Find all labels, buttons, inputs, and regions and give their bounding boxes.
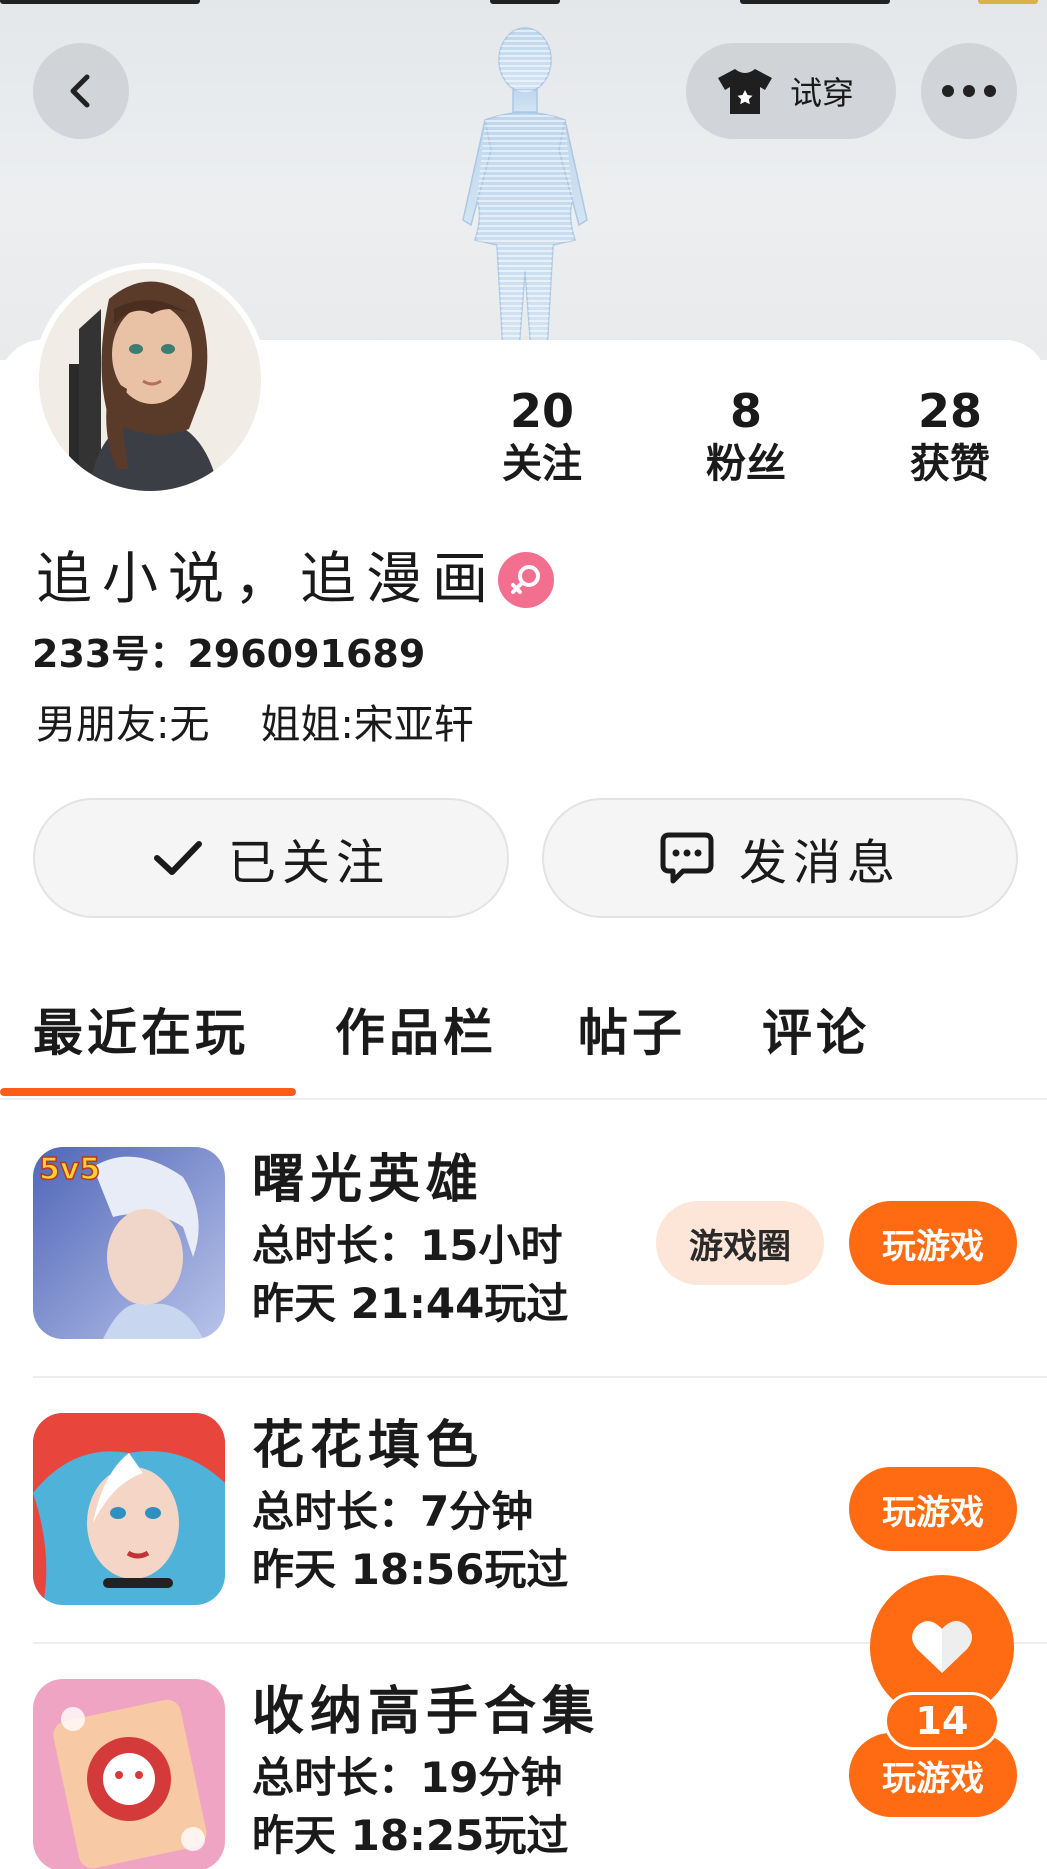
like-count-badge: 14	[884, 1692, 1000, 1750]
play-game-button[interactable]: 玩游戏	[849, 1201, 1017, 1285]
game-cover-image	[33, 1679, 225, 1869]
heart-icon	[912, 1621, 972, 1673]
user-id: 233号：296091689	[32, 632, 426, 676]
nickname: 追小说，追漫画	[36, 547, 498, 612]
tab-comments[interactable]: 评论	[762, 998, 870, 1068]
game-badge: 5v5	[39, 1152, 100, 1187]
tabs-divider	[0, 1098, 1047, 1100]
game-cover-image	[33, 1413, 225, 1605]
tshirt-icon	[718, 69, 772, 114]
play-game-button[interactable]: 玩游戏	[849, 1467, 1017, 1551]
game-circle-button[interactable]: 游戏圈	[656, 1201, 824, 1285]
stat-fans-label: 粉丝	[706, 441, 786, 487]
game-name: 花花填色	[252, 1416, 485, 1476]
stat-following[interactable]: 20 关注	[472, 385, 612, 489]
game-duration: 总时长：19分钟	[252, 1753, 563, 1802]
game-duration: 总时长：15小时	[252, 1221, 563, 1270]
game-last-played: 昨天 21:44玩过	[252, 1279, 569, 1328]
tab-works[interactable]: 作品栏	[335, 998, 497, 1068]
content-tabs: 最近在玩 作品栏 帖子 评论	[0, 990, 1047, 1100]
more-dots-icon	[942, 85, 996, 97]
try-on-button[interactable]: 试穿	[686, 43, 896, 139]
game-name: 曙光英雄	[252, 1150, 485, 1210]
tab-posts[interactable]: 帖子	[578, 998, 686, 1068]
game-duration: 总时长：7分钟	[252, 1487, 534, 1536]
tab-recently-played[interactable]: 最近在玩	[33, 998, 249, 1068]
active-tab-indicator	[0, 1088, 296, 1096]
more-button[interactable]	[921, 43, 1017, 139]
game-cover-image: 5v5	[33, 1147, 225, 1339]
followed-label: 已关注	[227, 835, 390, 891]
chat-bubble-icon	[660, 832, 714, 884]
stat-fans-value: 8	[729, 384, 762, 438]
game-row[interactable]: 5v5 曙光英雄 总时长：15小时 昨天 21:44玩过 游戏圈 玩游戏	[0, 1147, 1047, 1413]
row-divider	[33, 1376, 1047, 1378]
bio: 男朋友:无 姐姐:宋亚轩	[36, 702, 474, 748]
back-arrow-icon	[70, 74, 90, 108]
stat-likes-label: 获赞	[910, 441, 990, 487]
stat-fans[interactable]: 8 粉丝	[676, 385, 816, 489]
stat-following-label: 关注	[502, 441, 582, 487]
send-message-button[interactable]: 发消息	[542, 798, 1018, 918]
game-icon-shouna[interactable]	[33, 1679, 225, 1869]
checkmark-icon	[153, 841, 202, 875]
game-icon-huahua[interactable]	[33, 1413, 225, 1605]
game-icon-shuguang[interactable]: 5v5	[33, 1147, 225, 1339]
avatar[interactable]	[33, 263, 267, 497]
try-on-label: 试穿	[790, 74, 855, 112]
back-button[interactable]	[33, 43, 129, 139]
female-symbol-icon	[511, 565, 540, 594]
game-last-played: 昨天 18:25玩过	[252, 1811, 569, 1860]
game-last-played: 昨天 18:56玩过	[252, 1545, 569, 1594]
send-message-label: 发消息	[738, 835, 901, 891]
avatar-illustration	[39, 269, 261, 491]
game-name: 收纳高手合集	[252, 1682, 601, 1742]
hologram-avatar	[462, 27, 588, 350]
followed-button[interactable]: 已关注	[33, 798, 509, 918]
stat-likes[interactable]: 28 获赞	[880, 385, 1020, 489]
female-gender-badge	[498, 552, 554, 608]
stat-following-value: 20	[509, 384, 574, 438]
status-bar	[0, 0, 1047, 8]
stat-likes-value: 28	[917, 384, 982, 438]
